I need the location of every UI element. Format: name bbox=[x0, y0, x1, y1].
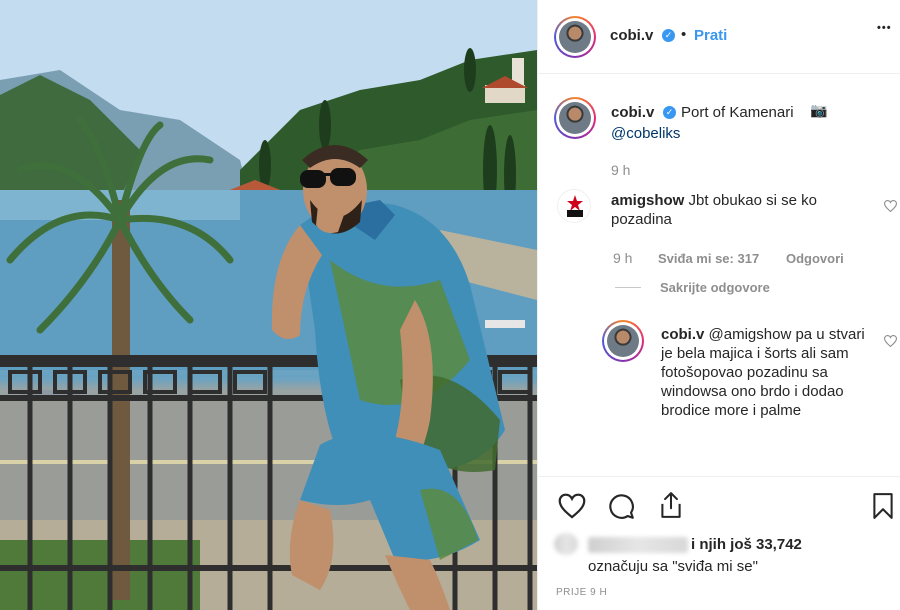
more-options-icon[interactable]: ••• bbox=[877, 22, 892, 34]
reply-text: cobi.v @amigshow pa u stvari je bela maj… bbox=[661, 325, 873, 420]
post-panel: cobi.v ✓ • Prati ••• cobi.v ✓ Port of Ka… bbox=[537, 0, 900, 610]
caption-mention[interactable]: @cobeliks bbox=[611, 125, 680, 142]
like-icon[interactable] bbox=[558, 493, 586, 519]
scroll-fade bbox=[538, 450, 900, 476]
photo-illustration bbox=[0, 0, 537, 610]
caption-time: 9 h bbox=[611, 162, 631, 178]
comment-likes[interactable]: Sviđa mi se: 317 bbox=[658, 251, 759, 266]
comment-time: 9 h bbox=[613, 250, 633, 266]
share-icon[interactable] bbox=[658, 491, 684, 519]
comment-icon[interactable] bbox=[608, 493, 635, 520]
author-username[interactable]: cobi.v bbox=[610, 27, 653, 44]
post-header: cobi.v ✓ • Prati ••• bbox=[538, 0, 900, 74]
comment-username[interactable]: amigshow bbox=[611, 192, 684, 209]
likes-label: označuju sa "sviđa mi se" bbox=[588, 558, 758, 575]
likes-count[interactable]: i njih još 33,742 bbox=[691, 536, 802, 553]
caption-avatar[interactable] bbox=[554, 97, 596, 139]
verified-icon: ✓ bbox=[663, 106, 676, 119]
comment-like-icon[interactable] bbox=[884, 200, 897, 212]
post-actions: i njih još 33,742 označuju sa "sviđa mi … bbox=[538, 476, 900, 610]
reply-like-icon[interactable] bbox=[884, 335, 897, 347]
comment-reply-button[interactable]: Odgovori bbox=[786, 251, 844, 266]
verified-icon: ✓ bbox=[662, 29, 675, 42]
post-photo[interactable] bbox=[0, 0, 537, 610]
comment-text: amigshow Jbt obukao si se ko pozadina bbox=[611, 191, 861, 229]
caption-location: Port of Kamenari bbox=[681, 104, 794, 121]
author-avatar[interactable] bbox=[554, 16, 596, 58]
replies-line bbox=[615, 287, 641, 288]
camera-emoji: 📷 bbox=[810, 102, 828, 118]
liker-username[interactable] bbox=[588, 537, 688, 553]
caption-username[interactable]: cobi.v bbox=[611, 104, 654, 121]
reply-username[interactable]: cobi.v bbox=[661, 326, 704, 343]
hide-replies-button[interactable]: Sakrijte odgovore bbox=[660, 280, 770, 295]
save-bookmark-icon[interactable] bbox=[872, 492, 894, 520]
liker-avatar[interactable] bbox=[554, 533, 578, 555]
follow-button[interactable]: Prati bbox=[694, 27, 727, 44]
amigshow-avatar[interactable] bbox=[557, 189, 591, 223]
separator-dot: • bbox=[681, 26, 687, 43]
post-age: PRIJE 9 H bbox=[556, 587, 608, 598]
reply-avatar[interactable] bbox=[602, 320, 644, 362]
